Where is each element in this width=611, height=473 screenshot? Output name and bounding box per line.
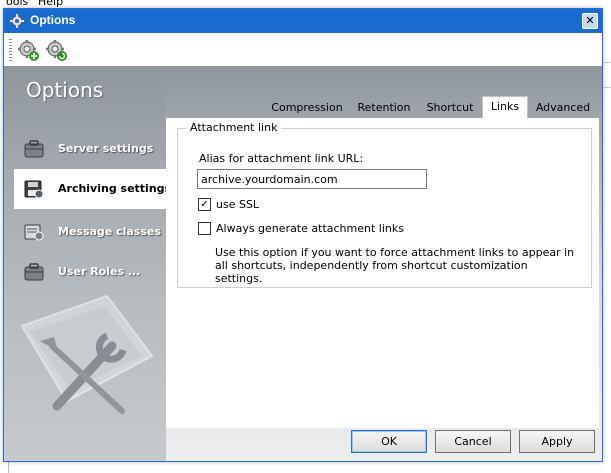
group-title: Attachment link bbox=[186, 121, 282, 134]
sidebar-item-label: Archiving settings bbox=[58, 182, 172, 195]
tab-compression[interactable]: Compression bbox=[266, 98, 348, 118]
sidebar-item-user-roles[interactable]: User Roles ... bbox=[14, 255, 166, 289]
links-tab-panel: Attachment link Alias for attachment lin… bbox=[166, 118, 599, 428]
gear-refresh-icon bbox=[46, 40, 67, 61]
tab-retention[interactable]: Retention bbox=[352, 98, 416, 118]
ok-button[interactable]: OK bbox=[351, 430, 427, 453]
always-generate-description: Use this option if you want to force att… bbox=[215, 246, 575, 285]
tab-links[interactable]: Links bbox=[482, 96, 528, 119]
sidebar-item-server-settings[interactable]: Server settings bbox=[14, 132, 166, 166]
options-body: Server settings Archiving settings Messa… bbox=[4, 66, 602, 461]
background-menu-tools[interactable]: ools bbox=[6, 0, 28, 8]
user-roles-icon bbox=[24, 263, 44, 281]
sidebar-item-label: Server settings bbox=[58, 142, 154, 155]
attachment-link-group: Attachment link Alias for attachment lin… bbox=[177, 121, 592, 288]
options-dialog: Options ✕ Server settings Archiving sett… bbox=[3, 8, 603, 462]
tools-illustration bbox=[20, 294, 154, 414]
alias-url-input[interactable] bbox=[197, 169, 427, 189]
window-title: Options bbox=[30, 13, 76, 27]
toolbar bbox=[4, 33, 602, 67]
tab-shortcut[interactable]: Shortcut bbox=[420, 98, 480, 118]
toolbar-button-gear-refresh[interactable] bbox=[44, 38, 68, 62]
message-classes-icon bbox=[24, 224, 44, 241]
background-app-right-edge bbox=[603, 8, 611, 473]
background-divider bbox=[603, 87, 611, 88]
tab-advanced[interactable]: Advanced bbox=[530, 98, 596, 118]
use-ssl-checkbox[interactable]: ✓ bbox=[198, 198, 211, 211]
alias-label: Alias for attachment link URL: bbox=[199, 152, 364, 165]
always-generate-label[interactable]: Always generate attachment links bbox=[216, 222, 404, 235]
archive-save-icon bbox=[24, 180, 44, 198]
sidebar-item-label: Message classes bbox=[58, 225, 161, 238]
sidebar-item-label: User Roles ... bbox=[58, 265, 141, 278]
always-generate-checkbox[interactable] bbox=[198, 222, 211, 235]
toolbar-grip[interactable] bbox=[9, 39, 12, 61]
sidebar-item-message-classes[interactable]: Message classes bbox=[14, 215, 166, 249]
toolbar-button-gear-add[interactable] bbox=[16, 38, 40, 62]
cancel-button[interactable]: Cancel bbox=[435, 430, 511, 453]
tab-bar: Compression Retention Shortcut Links Adv… bbox=[166, 96, 602, 119]
gear-add-icon bbox=[18, 40, 39, 61]
gear-icon bbox=[10, 14, 24, 28]
sidebar-item-archiving-settings[interactable]: Archiving settings bbox=[14, 169, 172, 209]
background-menu-help[interactable]: Help bbox=[38, 0, 63, 8]
apply-button[interactable]: Apply bbox=[519, 430, 595, 453]
close-button[interactable]: ✕ bbox=[582, 13, 598, 29]
briefcase-icon bbox=[24, 140, 44, 158]
use-ssl-label[interactable]: use SSL bbox=[216, 198, 259, 211]
page-title: Options bbox=[26, 78, 104, 102]
background-menubar: ools Help bbox=[0, 0, 611, 8]
sidebar: Server settings Archiving settings Messa… bbox=[4, 66, 172, 461]
title-bar[interactable]: Options ✕ bbox=[4, 9, 602, 33]
background-divider bbox=[603, 62, 611, 63]
